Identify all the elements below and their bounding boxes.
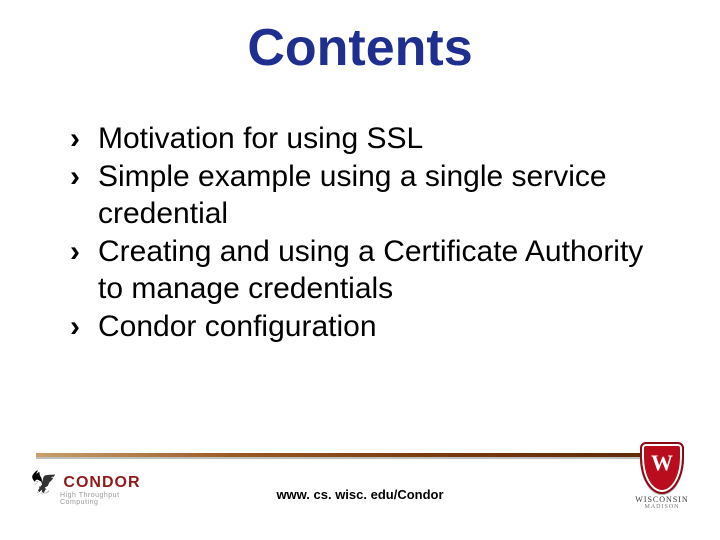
footer-url: www. cs. wisc. edu/Condor <box>0 487 720 502</box>
list-item: › Condor configuration <box>70 308 660 346</box>
chevron-right-icon: › <box>70 233 98 271</box>
list-item-text: Simple example using a single service cr… <box>98 158 660 233</box>
list-item-text: Condor configuration <box>98 308 660 346</box>
content-list: › Motivation for using SSL › Simple exam… <box>70 120 660 345</box>
chevron-right-icon: › <box>70 308 98 346</box>
list-item-text: Creating and using a Certificate Authori… <box>98 233 660 308</box>
list-item-text: Motivation for using SSL <box>98 120 660 158</box>
list-item: › Simple example using a single service … <box>70 158 660 233</box>
chevron-right-icon: › <box>70 158 98 196</box>
wisconsin-logo-bottom: MADISON <box>634 504 690 510</box>
slide: Contents › Motivation for using SSL › Si… <box>0 0 720 540</box>
slide-title: Contents <box>0 18 720 78</box>
chevron-right-icon: › <box>70 120 98 158</box>
list-item: › Motivation for using SSL <box>70 120 660 158</box>
list-item: › Creating and using a Certificate Autho… <box>70 233 660 308</box>
